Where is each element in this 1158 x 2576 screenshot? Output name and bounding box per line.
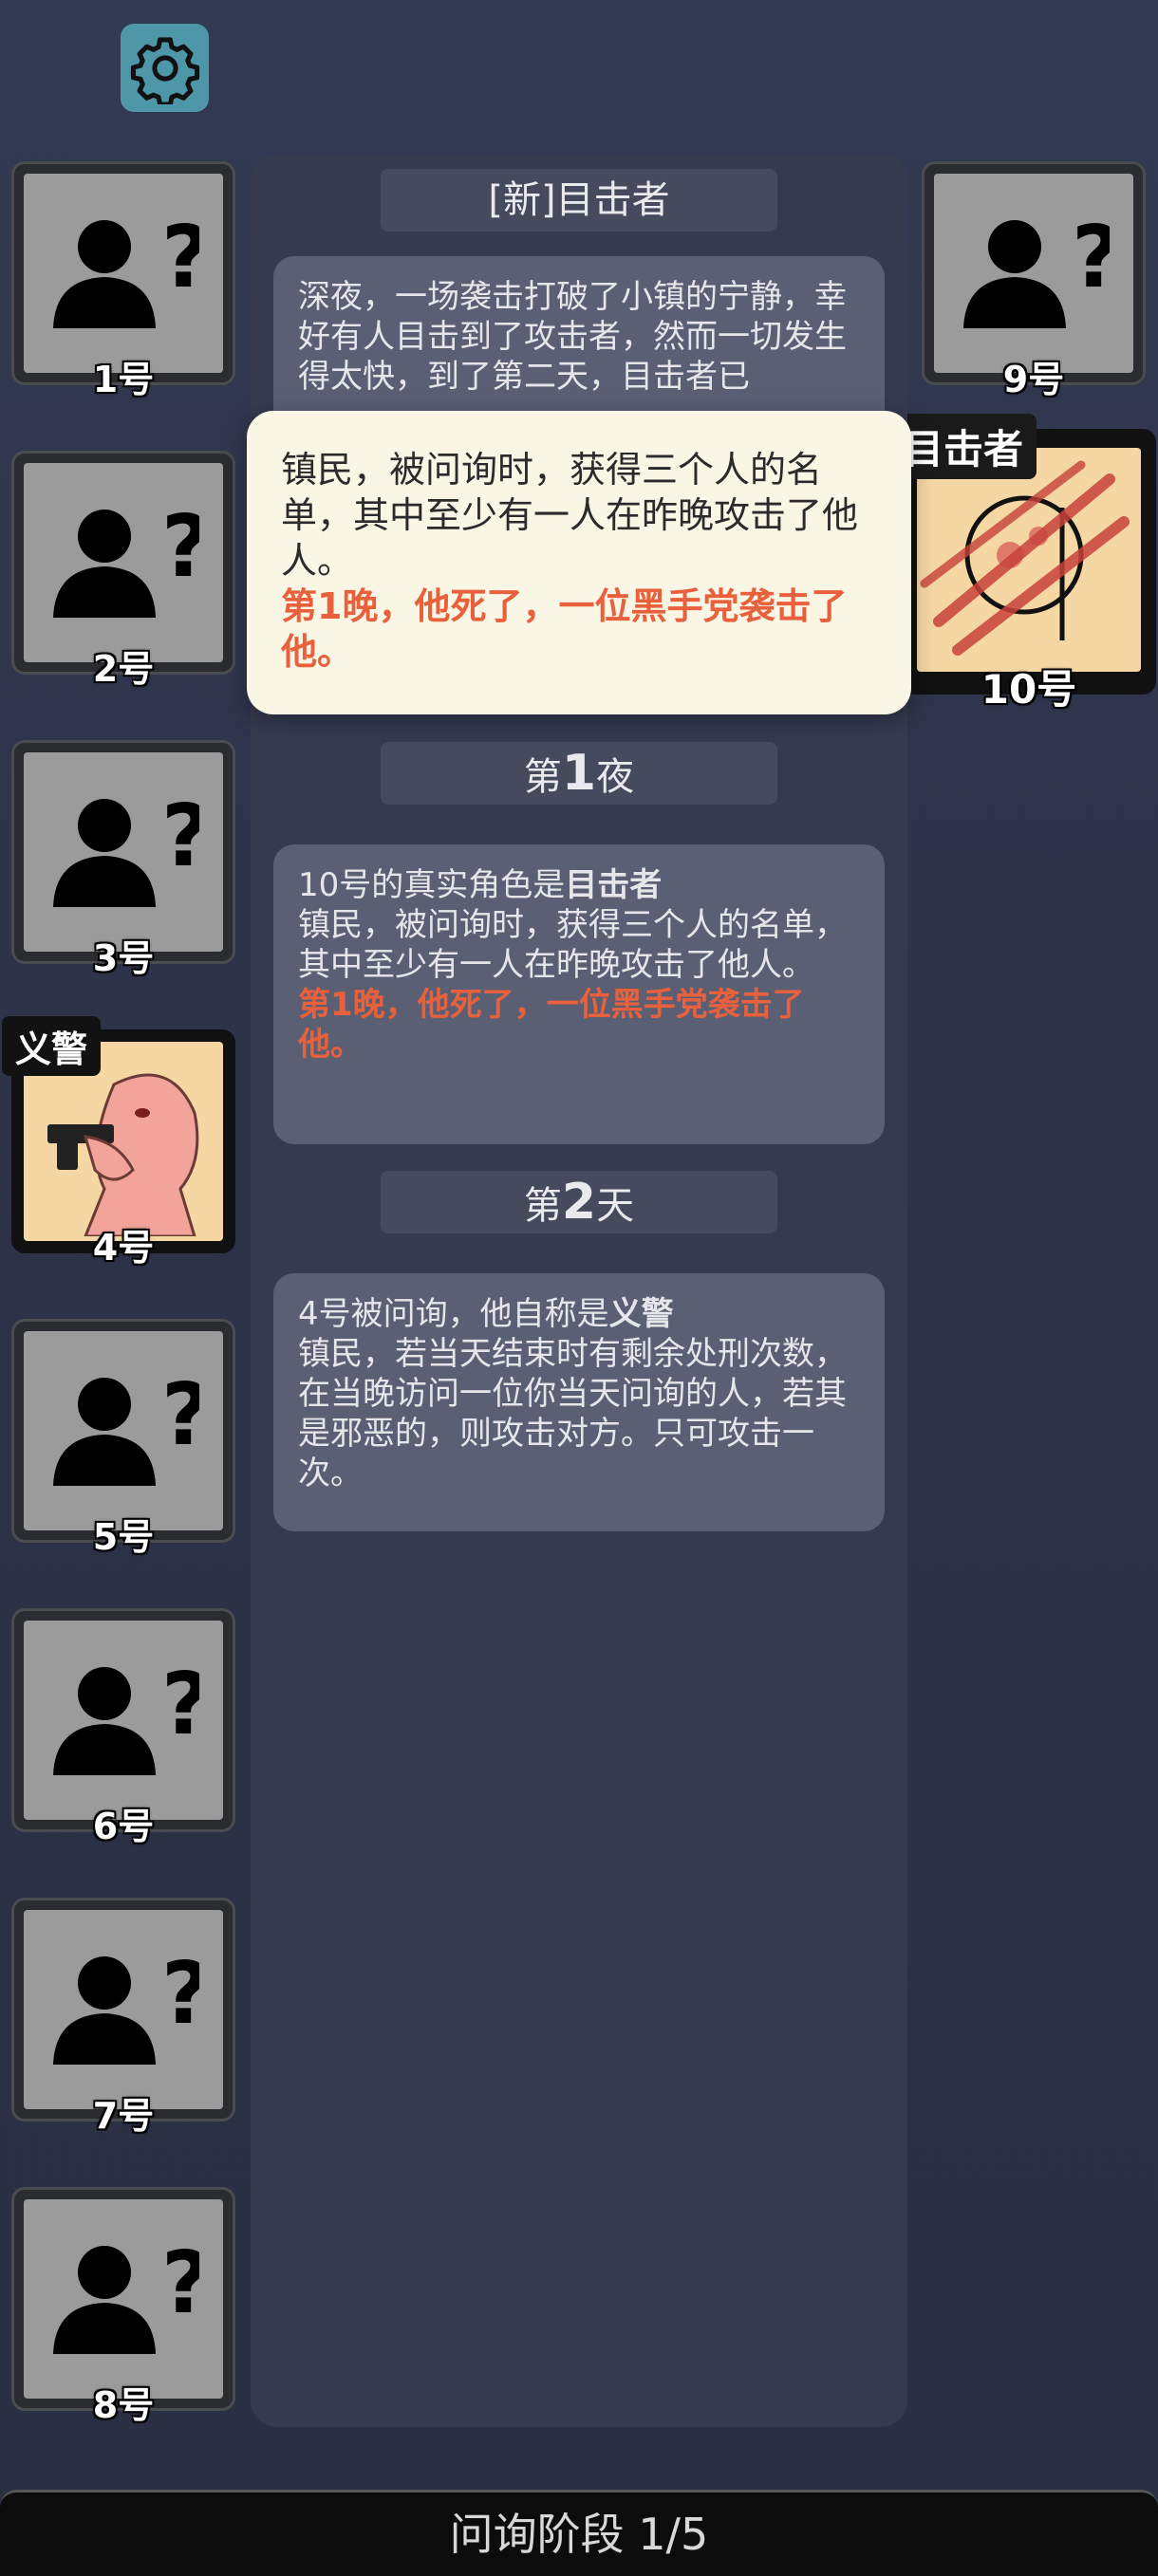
log-header-day-2: 第2天 [381,1171,777,1233]
player-number: 7号 [92,2095,155,2137]
phase-indicator: 问询阶段 1/5 [0,2490,1158,2576]
player-slot-3[interactable]: ? 3号 [11,740,235,979]
svg-text:?: ? [161,208,199,307]
log-text: 深夜，一场袭击打破了小镇的宁静，幸好有人目击到了攻击者，然而一切发生得太快，到了… [298,278,847,396]
player-number: 9号 [1002,359,1065,400]
role-name: 目击者 [565,866,663,904]
header-suffix: 夜 [596,755,635,799]
role-name: 义警 [608,1295,674,1333]
player-slot-8[interactable]: ? 8号 [11,2187,235,2426]
unknown-player-icon: ? [24,1331,223,1530]
log-text: 10号的真实角色是 [298,866,566,904]
header-suffix: 天 [596,1184,635,1228]
log-line-claim: 4号被问询，他自称是义警 [298,1294,862,1334]
unknown-player-icon: ? [24,752,223,952]
header-number: 1 [561,745,597,802]
log-line-role: 10号的真实角色是目击者 [298,865,862,905]
unknown-player-icon: ? [24,1621,223,1820]
svg-text:?: ? [1072,208,1110,307]
player-slot-7[interactable]: ? 7号 [11,1898,235,2137]
unknown-player-icon: ? [24,174,223,373]
svg-text:?: ? [161,1365,199,1465]
player-number: 8号 [92,2384,155,2426]
player-slot-9[interactable]: ? 9号 [922,161,1146,400]
role-tag: 义警 [2,1016,102,1076]
svg-text:?: ? [161,1655,199,1754]
role-tag: 目击者 [890,414,1037,479]
popup-description: 镇民，被问询时，获得三个人的名单，其中至少有一人在昨晚攻击了他人。 [281,449,859,582]
svg-text:?: ? [161,2233,199,2333]
unknown-player-icon: ? [24,463,223,662]
popup-death-notice: 第1晚，他死了，一位黑手党袭击了他。 [281,585,848,673]
player-slot-1[interactable]: ? 1号 [11,161,235,400]
header-number: 2 [561,1174,597,1231]
unknown-player-icon: ? [934,174,1133,373]
role-description: 镇民，若当天结束时有剩余处刑次数，在当晚访问一位你当天问询的人，若其是邪恶的，则… [298,1335,847,1492]
player-number: 6号 [92,1806,155,1847]
unknown-player-icon: ? [24,1910,223,2109]
role-description: 镇民，被问询时，获得三个人的名单，其中至少有一人在昨晚攻击了他人。 [298,906,847,984]
player-number: 1号 [92,359,155,400]
death-notice: 第1晚，他死了，一位黑手党袭击了他。 [298,986,805,1064]
player-number: 10号 [981,666,1077,713]
player-number: 2号 [92,648,155,690]
settings-button[interactable] [121,24,209,112]
header-prefix: 第 [523,1184,562,1228]
player-number: 4号 [92,1227,155,1269]
player-slot-4[interactable]: 义警 4号 [2,1016,235,1269]
log-header-night-1: 第1夜 [381,742,777,805]
unknown-player-icon: ? [24,2199,223,2399]
role-info-popup: 镇民，被问询时，获得三个人的名单，其中至少有一人在昨晚攻击了他人。 第1晚，他死… [247,411,911,714]
header-prefix: 第 [523,755,562,799]
player-slot-10[interactable]: 目击者 10号 [890,414,1156,713]
player-slot-2[interactable]: ? 2号 [11,451,235,690]
player-number: 3号 [92,937,155,979]
player-number: 5号 [92,1516,155,1558]
gear-icon [130,36,199,104]
player-slot-6[interactable]: ? 6号 [11,1608,235,1847]
log-text: 4号被问询，他自称是 [298,1295,609,1333]
log-header-intro: [新]目击者 [381,169,777,232]
player-slot-5[interactable]: ? 5号 [11,1319,235,1558]
svg-text:?: ? [161,497,199,597]
log-card-day-2: 4号被问询，他自称是义警 镇民，若当天结束时有剩余处刑次数，在当晚访问一位你当天… [273,1273,885,1531]
svg-text:?: ? [161,1944,199,2044]
svg-text:?: ? [161,787,199,886]
log-card-night-1: 10号的真实角色是目击者 镇民，被问询时，获得三个人的名单，其中至少有一人在昨晚… [273,844,885,1144]
witness-portrait [917,448,1141,672]
